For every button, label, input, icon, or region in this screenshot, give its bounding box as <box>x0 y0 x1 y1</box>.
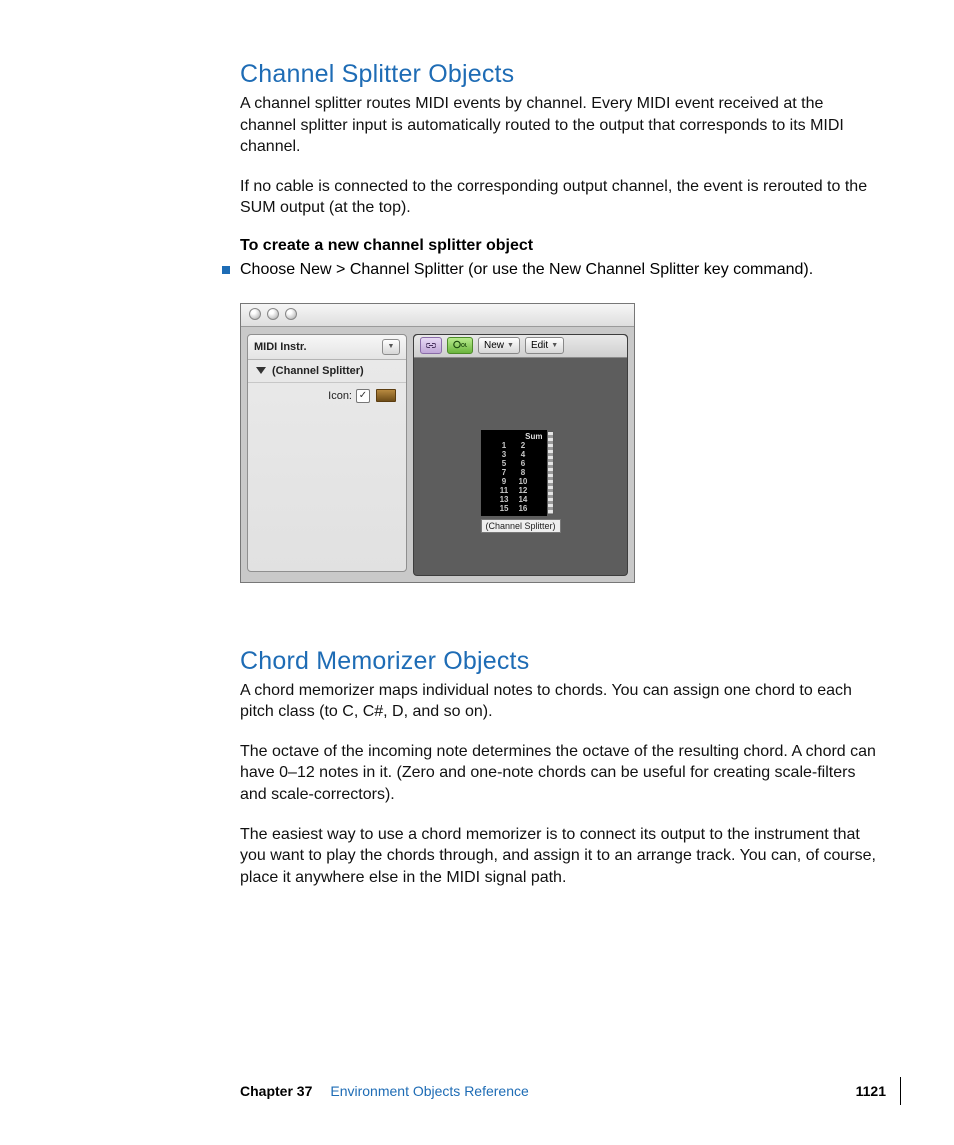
heading-chord-memorizer: Chord Memorizer Objects <box>240 647 880 676</box>
channel-number: 16 <box>518 505 527 514</box>
even-channel-column: 2 4 6 8 10 12 14 16 <box>518 442 527 514</box>
close-icon[interactable] <box>249 308 261 320</box>
chain-icon <box>426 340 436 352</box>
window-titlebar <box>241 304 634 327</box>
chevron-down-icon: ▼ <box>551 342 558 349</box>
sum-output-label: Sum <box>525 433 542 441</box>
dropdown-button[interactable]: ▼ <box>382 339 400 355</box>
link-button[interactable] <box>420 337 442 354</box>
page-footer: Chapter 37 Environment Objects Reference… <box>240 1083 886 1099</box>
icon-label: Icon: <box>328 390 352 402</box>
odd-channel-column: 1 3 5 7 9 11 13 15 <box>500 442 509 514</box>
bullet-item: Choose New > Channel Splitter (or use th… <box>222 259 880 281</box>
channel-number: 15 <box>500 505 509 514</box>
midi-out-icon: OUT <box>453 340 467 352</box>
zoom-icon[interactable] <box>285 308 297 320</box>
footer-rule <box>900 1077 901 1105</box>
object-icon-swatch[interactable] <box>376 389 396 402</box>
minimize-icon[interactable] <box>267 308 279 320</box>
object-name-label[interactable]: (Channel Splitter) <box>480 519 560 533</box>
page-number: 1121 <box>856 1083 886 1099</box>
heading-channel-splitter: Channel Splitter Objects <box>240 60 880 89</box>
new-menu-label: New <box>484 340 504 351</box>
svg-text:OUT: OUT <box>461 343 467 349</box>
footer-chapter: Chapter 37 <box>240 1083 312 1099</box>
edit-menu[interactable]: Edit ▼ <box>525 337 564 354</box>
chevron-down-icon: ▼ <box>507 342 514 349</box>
output-port-strip[interactable] <box>546 431 553 515</box>
disclosure-triangle-icon <box>256 367 266 374</box>
edit-menu-label: Edit <box>531 340 548 351</box>
bullet-text: Choose New > Channel Splitter (or use th… <box>240 259 813 281</box>
footer-title: Environment Objects Reference <box>330 1083 855 1099</box>
app-screenshot: MIDI Instr. ▼ (Channel Splitter) Icon: ✓ <box>240 303 635 583</box>
paragraph: The easiest way to use a chord memorizer… <box>240 824 880 889</box>
icon-checkbox[interactable]: ✓ <box>356 389 370 403</box>
bullet-icon <box>222 266 230 274</box>
paragraph: If no cable is connected to the correspo… <box>240 176 880 219</box>
inspector-disclosure-row[interactable]: (Channel Splitter) <box>248 360 406 383</box>
paragraph: A chord memorizer maps individual notes … <box>240 680 880 723</box>
paragraph: The octave of the incoming note determin… <box>240 741 880 806</box>
subheading: To create a new channel splitter object <box>240 237 880 255</box>
canvas-toolbar: OUT New ▼ Edit ▼ <box>414 335 627 358</box>
environment-canvas[interactable]: OUT New ▼ Edit ▼ Sum <box>413 334 628 576</box>
new-menu[interactable]: New ▼ <box>478 337 520 354</box>
paragraph: A channel splitter routes MIDI events by… <box>240 93 880 158</box>
inspector-panel: MIDI Instr. ▼ (Channel Splitter) Icon: ✓ <box>247 334 407 572</box>
midi-out-button[interactable]: OUT <box>447 337 473 354</box>
channel-splitter-object[interactable]: Sum 1 3 5 7 9 11 13 15 <box>480 430 560 534</box>
inspector-title: MIDI Instr. <box>254 341 382 353</box>
inspector-row-label: (Channel Splitter) <box>272 365 364 377</box>
